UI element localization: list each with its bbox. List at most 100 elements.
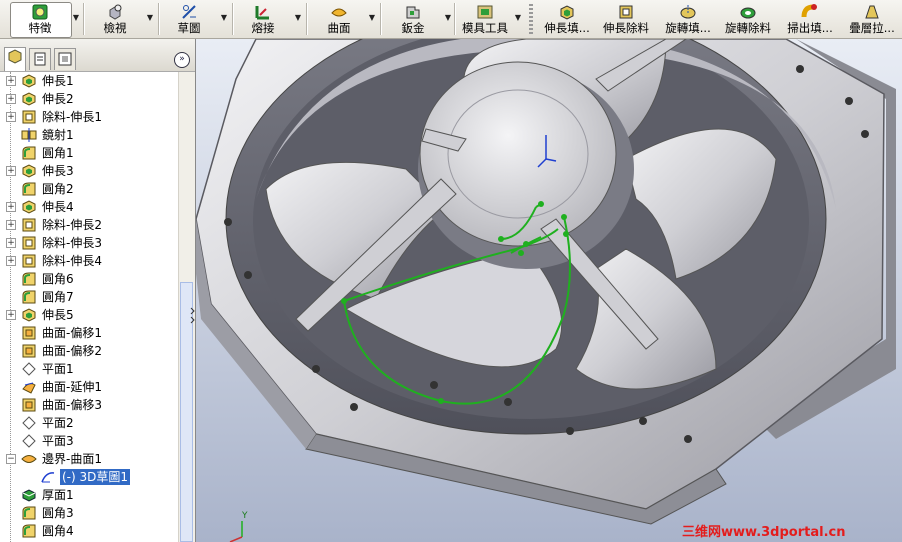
tree-node[interactable]: 圓角1: [0, 144, 178, 162]
expand-toggle[interactable]: +: [6, 238, 16, 248]
expand-panel-button[interactable]: »: [174, 52, 190, 68]
toolbar-revolve-boss-button[interactable]: 旋轉填...: [662, 0, 714, 38]
tree-node[interactable]: 曲面-偏移2: [0, 342, 178, 360]
toolbar-surfaces-button[interactable]: 曲面: [318, 0, 360, 38]
panel-splitter[interactable]: [190, 300, 195, 330]
tree-node-label: 除料-伸長3: [42, 236, 102, 250]
toolbar-mold-tools-button[interactable]: 模具工具: [456, 0, 514, 38]
tree-node[interactable]: 厚面1: [0, 486, 178, 504]
feature-tree: + 伸長1 + 伸長2 + 除料-伸長1 鏡射1 圓角1 + 伸長3 圓角2 + 伸長4 + 除料-伸長2 +…: [0, 72, 178, 542]
sketch-dropdown-arrow[interactable]: ▼: [220, 12, 228, 24]
tree-node[interactable]: − 邊界-曲面1: [0, 450, 178, 468]
sheet-metal-dropdown-arrow[interactable]: ▼: [444, 12, 452, 24]
toolbar-extrude-boss-button[interactable]: 伸長填...: [540, 0, 594, 38]
tree-node[interactable]: 曲面-延伸1: [0, 378, 178, 396]
toolbar-revolve-cut-button[interactable]: 旋轉除料: [722, 0, 774, 38]
sweep-boss-icon: [801, 4, 817, 18]
tree-node-label: 鏡射1: [42, 128, 74, 142]
tree-node-label: 曲面-偏移2: [42, 344, 102, 358]
tree-node-label: 曲面-偏移1: [42, 326, 102, 340]
tree-node-label: 平面1: [42, 362, 74, 376]
weldments-dropdown-arrow[interactable]: ▼: [294, 12, 302, 24]
tree-node-label: (-) 3D草圖1: [60, 469, 131, 485]
tab-configuration-manager[interactable]: [54, 48, 76, 70]
expand-toggle[interactable]: +: [6, 166, 16, 176]
toolbar-sheet-metal-button[interactable]: 鈑金: [392, 0, 434, 38]
tree-node[interactable]: + 伸長1: [0, 72, 178, 90]
tree-node[interactable]: + 伸長4: [0, 198, 178, 216]
tree-node-label: 伸長2: [42, 92, 74, 106]
toolbar-weldments-button[interactable]: 熔接: [242, 0, 284, 38]
tab-feature-manager[interactable]: [4, 47, 26, 71]
boundary-surface-icon: [21, 451, 37, 467]
toolbar-view-button[interactable]: 檢視: [94, 0, 136, 38]
tree-node[interactable]: 圓角6: [0, 270, 178, 288]
loft-boss-icon: [865, 5, 879, 19]
features-dropdown-arrow[interactable]: ▼: [72, 12, 80, 24]
tree-node[interactable]: 平面1: [0, 360, 178, 378]
feature-manager-panel: » + 伸長1 + 伸長2 + 除料-伸長1 鏡射1 圓角1 + 伸長3 圓角2 + 伸長4 + 除料-伸長…: [0, 39, 196, 542]
cut-feature-icon: [21, 217, 37, 233]
tree-node-label: 平面2: [42, 416, 74, 430]
toolbar-features-button[interactable]: 特徵: [14, 0, 66, 38]
toolbar-loft-boss-button[interactable]: 疊層拉...: [846, 0, 898, 38]
tree-node[interactable]: + 除料-伸長1: [0, 108, 178, 126]
tree-node[interactable]: 曲面-偏移1: [0, 324, 178, 342]
command-manager-toolbar: 特徵 ▼ 檢視 ▼ 草圖 ▼ 熔接 ▼ 曲面 ▼ 鈑金 ▼ 模具工具 ▼ 伸長填…: [0, 0, 902, 39]
tree-node[interactable]: 圓角2: [0, 180, 178, 198]
tree-node[interactable]: + 伸長5: [0, 306, 178, 324]
extrude-feature-icon: [21, 73, 37, 89]
tree-node[interactable]: 平面2: [0, 414, 178, 432]
plane-icon: [21, 433, 37, 449]
graphics-viewport[interactable]: Y: [196, 39, 902, 542]
offset-surface-icon: [21, 397, 37, 413]
tree-node[interactable]: 鏡射1: [0, 126, 178, 144]
tree-node[interactable]: 圓角3: [0, 504, 178, 522]
tree-node[interactable]: 圓角7: [0, 288, 178, 306]
tree-node-label: 邊界-曲面1: [42, 452, 102, 466]
tree-node[interactable]: + 除料-伸長3: [0, 234, 178, 252]
tree-node[interactable]: + 伸長3: [0, 162, 178, 180]
tree-node[interactable]: (-) 3D草圖1: [0, 468, 178, 486]
collapse-toggle[interactable]: −: [6, 454, 16, 464]
tree-node-label: 厚面1: [42, 488, 74, 502]
mold-tools-dropdown-arrow[interactable]: ▼: [514, 12, 522, 24]
expand-toggle[interactable]: +: [6, 220, 16, 230]
tree-node[interactable]: + 除料-伸長2: [0, 216, 178, 234]
mirror-feature-icon: [21, 127, 37, 143]
tree-node-label: 圓角3: [42, 506, 74, 520]
fan-model: [196, 39, 896, 542]
tree-node[interactable]: 曲面-偏移3: [0, 396, 178, 414]
extrude-cut-icon: [619, 5, 633, 19]
toolbar-sweep-boss-button[interactable]: 掃出填...: [784, 0, 836, 38]
fillet-feature-icon: [21, 145, 37, 161]
tree-node[interactable]: + 伸長2: [0, 90, 178, 108]
fillet-feature-icon: [21, 289, 37, 305]
toolbar-sketch-button[interactable]: 草圖: [168, 0, 210, 38]
tree-node-label: 伸長5: [42, 308, 74, 322]
toolbar-extrude-cut-button[interactable]: 伸長除料: [600, 0, 652, 38]
surfaces-dropdown-arrow[interactable]: ▼: [368, 12, 376, 24]
tree-node-label: 伸長1: [42, 74, 74, 88]
expand-toggle[interactable]: +: [6, 256, 16, 266]
expand-toggle[interactable]: +: [6, 310, 16, 320]
3d-sketch-icon: [40, 469, 56, 485]
tab-property-manager[interactable]: [29, 48, 51, 70]
expand-toggle[interactable]: +: [6, 202, 16, 212]
revolve-cut-icon: [740, 7, 756, 19]
expand-toggle[interactable]: +: [6, 112, 16, 122]
tree-node-label: 曲面-延伸1: [42, 380, 102, 394]
tree-node[interactable]: 平面3: [0, 432, 178, 450]
tree-node-label: 圓角6: [42, 272, 74, 286]
expand-toggle[interactable]: +: [6, 76, 16, 86]
tree-node-label: 平面3: [42, 434, 74, 448]
tree-node-label: 圓角7: [42, 290, 74, 304]
tree-node[interactable]: + 除料-伸長4: [0, 252, 178, 270]
tree-node[interactable]: 圓角4: [0, 522, 178, 540]
mold-tools-icon: [477, 5, 493, 19]
configuration-manager-icon: [58, 52, 72, 66]
sheet-metal-icon: [406, 6, 420, 19]
plane-icon: [21, 361, 37, 377]
view-dropdown-arrow[interactable]: ▼: [146, 12, 154, 24]
expand-toggle[interactable]: +: [6, 94, 16, 104]
